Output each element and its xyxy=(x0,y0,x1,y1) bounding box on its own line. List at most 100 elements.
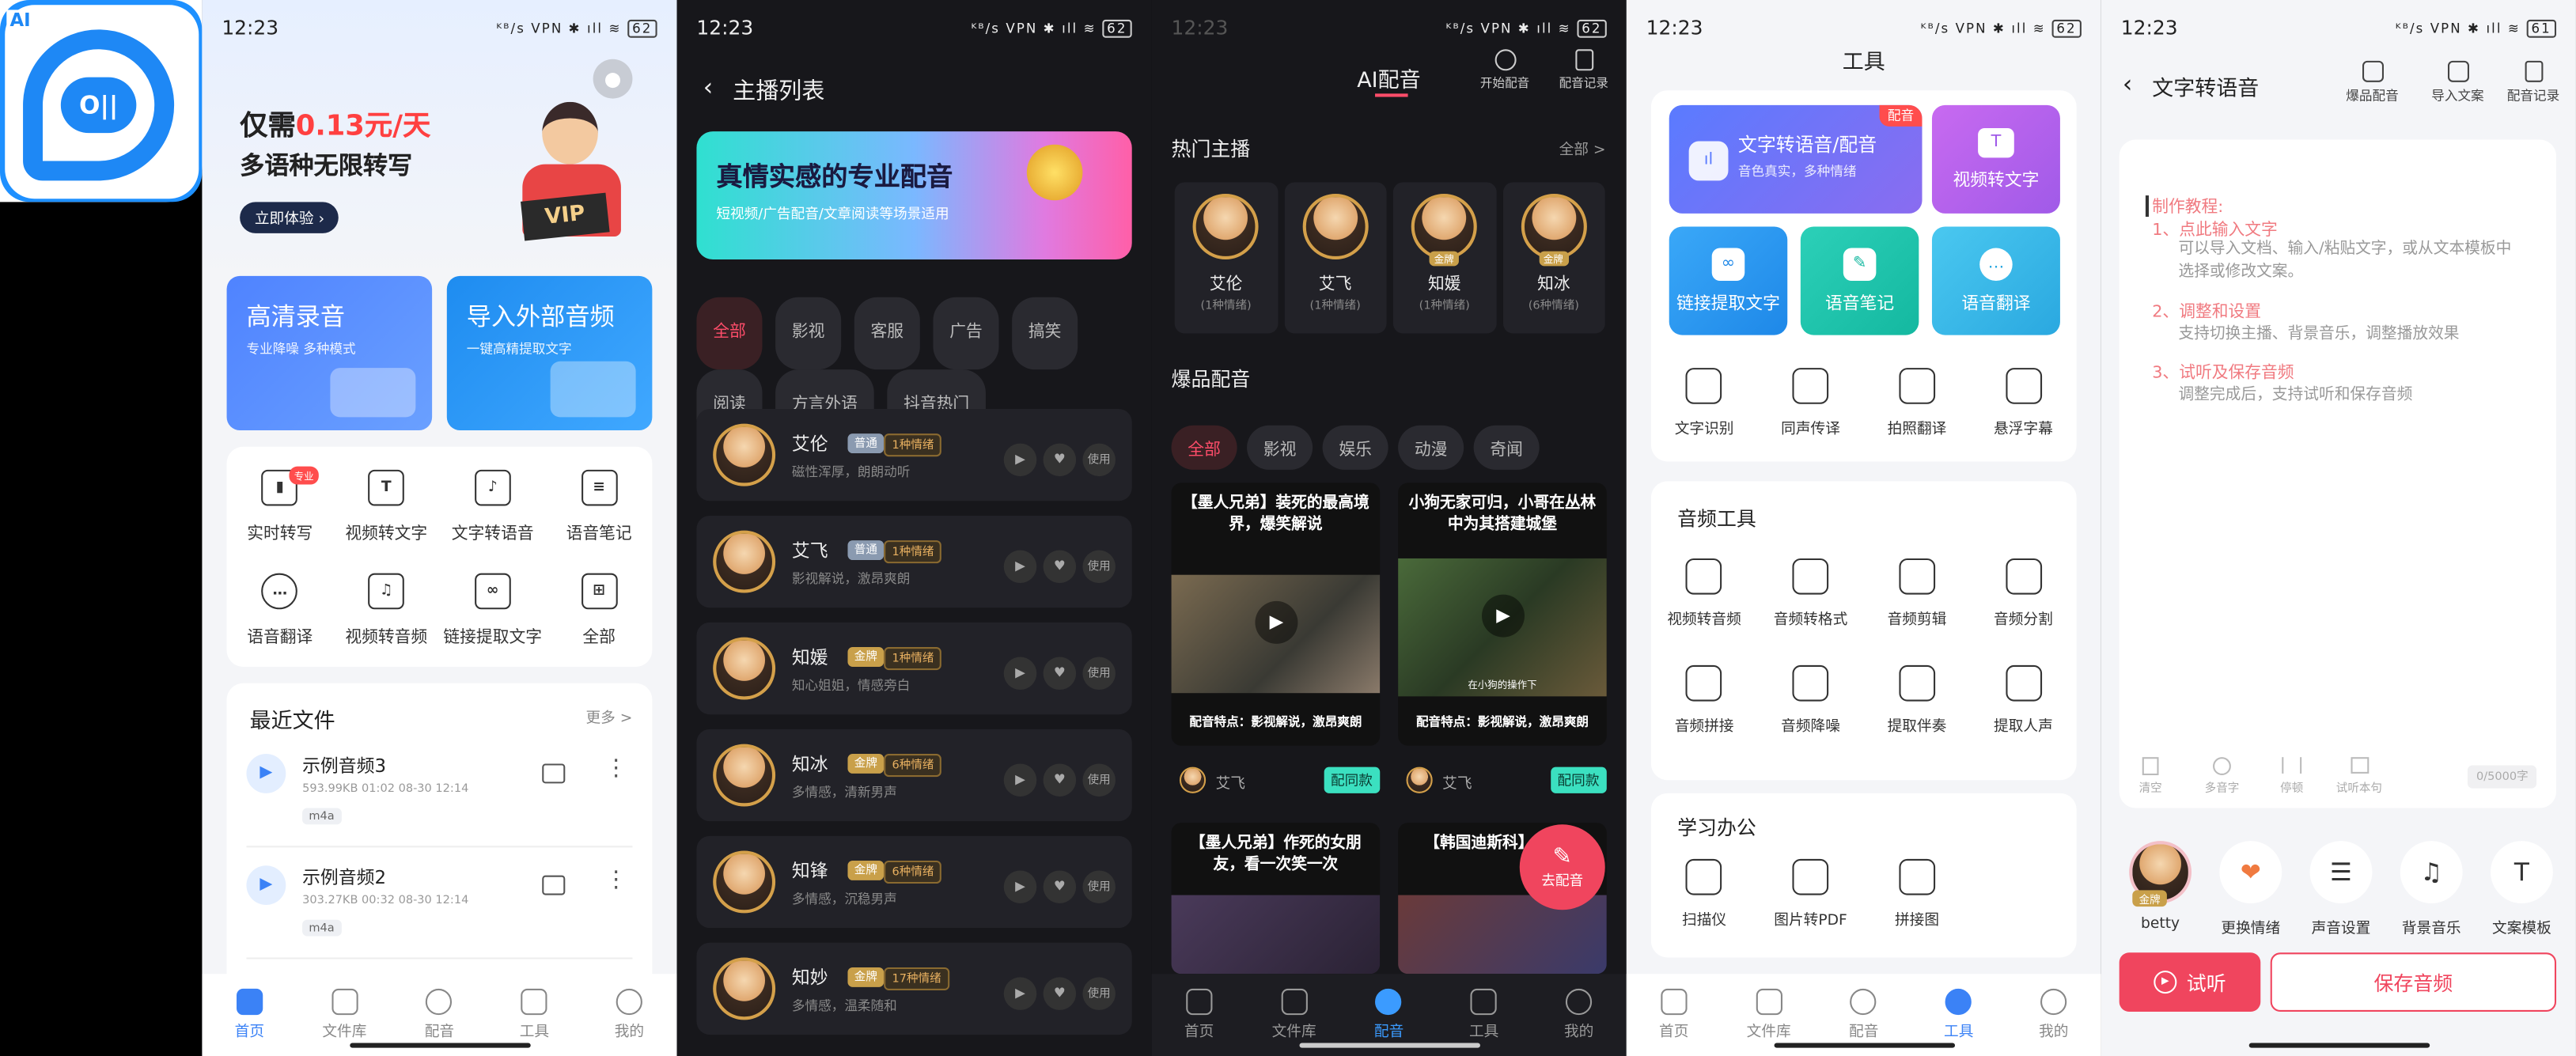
tool-item[interactable]: 音频剪辑 xyxy=(1864,558,1970,629)
chip[interactable]: 娱乐 xyxy=(1322,425,1388,470)
tab-tools[interactable]: 工具 xyxy=(1926,988,1991,1041)
tool-item[interactable]: 图片转PDF xyxy=(1757,858,1863,929)
tool-item[interactable]: 音频转格式 xyxy=(1757,558,1863,629)
back-icon[interactable]: ‹ xyxy=(2123,69,2132,98)
tts-option[interactable]: 金牌 betty xyxy=(2120,841,2202,938)
use-button[interactable]: 使用 xyxy=(1082,657,1116,691)
tab-mine[interactable]: 我的 xyxy=(597,988,662,1041)
grid-item-all[interactable]: ⊞ 全部 xyxy=(546,573,652,647)
tab-dubbing[interactable]: 配音 xyxy=(1356,988,1422,1041)
grid-item-note[interactable]: ≡ 语音笔记 xyxy=(546,469,652,543)
tool-item[interactable]: 音频拼接 xyxy=(1651,664,1757,736)
same-dub-button[interactable]: 配同款 xyxy=(1551,766,1606,793)
play-icon[interactable]: ▶ xyxy=(1003,763,1037,796)
hd-record-card[interactable]: 高清录音 专业降噪 多种模式 xyxy=(226,275,433,430)
anchor-row[interactable]: 知锋 金牌 6种情绪 多情感，沉稳男声 ▶ ♥ 使用 xyxy=(696,835,1132,929)
tab-home[interactable]: 首页 xyxy=(217,988,282,1041)
use-button[interactable]: 使用 xyxy=(1082,977,1116,1010)
play-icon[interactable]: ▶ xyxy=(1482,594,1525,638)
grid-item-text-speech[interactable]: ♪ 文字转语音 xyxy=(439,469,545,543)
more-link[interactable]: 更多 > xyxy=(585,706,632,728)
play-icon[interactable]: ▶ xyxy=(1003,869,1037,903)
heart-icon[interactable]: ♥ xyxy=(1043,656,1077,690)
grid-item-link[interactable]: ∞ 链接提取文字 xyxy=(439,573,545,647)
video-card[interactable]: 【墨人兄弟】作死的女朋友，看一次笑一次 xyxy=(1171,823,1381,975)
tab-home[interactable]: 首页 xyxy=(1641,988,1707,1041)
tts-card[interactable]: ıl 文字转语音/配音 音色真实，多种情绪 配音 xyxy=(1669,104,1923,214)
user-avatar[interactable]: ● xyxy=(593,59,633,99)
use-button[interactable]: 使用 xyxy=(1082,763,1116,797)
play-icon[interactable]: ▶ xyxy=(246,754,286,793)
dubbing-record-button[interactable]: 配音记录 xyxy=(1559,49,1608,92)
chip[interactable]: 全部 xyxy=(696,297,763,370)
import-audio-card[interactable]: 导入外部音频 一键高精提取文字 xyxy=(446,275,653,430)
dub-record-button[interactable]: 配音记录 xyxy=(2507,60,2559,105)
heart-icon[interactable]: ♥ xyxy=(1043,763,1077,796)
popular-dub-button[interactable]: 爆品配音 xyxy=(2346,60,2399,105)
anchor-row[interactable]: 知媛 金牌 1种情绪 知心姐姐，情感旁白 ▶ ♥ 使用 xyxy=(696,622,1132,715)
chip[interactable]: 搞笑 xyxy=(1012,297,1078,370)
hot-anchor-card[interactable]: 艾伦 (1种情绪) xyxy=(1174,182,1278,334)
tab-files[interactable]: 文件库 xyxy=(312,988,377,1041)
save-audio-button[interactable]: 保存音频 xyxy=(2270,952,2557,1012)
go-dub-fab[interactable]: ✎ 去配音 xyxy=(1519,824,1605,910)
play-icon[interactable]: ▶ xyxy=(1003,976,1037,1009)
back-icon[interactable]: ‹ xyxy=(703,72,713,101)
more-icon[interactable]: ⋮ xyxy=(604,755,627,782)
use-button[interactable]: 使用 xyxy=(1082,870,1116,903)
use-button[interactable]: 使用 xyxy=(1082,443,1116,477)
chip[interactable]: 广告 xyxy=(933,297,999,370)
use-button[interactable]: 使用 xyxy=(1082,550,1116,584)
file-row[interactable]: ▶ 示例音频2 303.27KB 00:32 08-30 12:14 m4a ⋮ xyxy=(246,861,633,959)
chip[interactable]: 动漫 xyxy=(1398,425,1464,470)
play-icon[interactable]: ▶ xyxy=(1255,600,1298,644)
chip[interactable]: 影视 xyxy=(1247,425,1313,470)
more-icon[interactable]: ⋮ xyxy=(604,867,627,893)
chip[interactable]: 全部 xyxy=(1171,425,1237,470)
anchor-row[interactable]: 知冰 金牌 6种情绪 多情感，清新男声 ▶ ♥ 使用 xyxy=(696,729,1132,822)
hot-all-link[interactable]: 全部 > xyxy=(1559,138,1606,160)
same-dub-button[interactable]: 配同款 xyxy=(1324,766,1380,793)
clear-button[interactable]: 清空 xyxy=(2139,757,2162,797)
hot-anchor-card[interactable]: 艾飞 (1种情绪) xyxy=(1283,182,1387,334)
grid-item-translate[interactable]: … 语音翻译 xyxy=(227,573,333,647)
grid-item-realtime[interactable]: ▮ 实时转写 专业 xyxy=(227,466,333,543)
video-to-text-card[interactable]: T 视频转文字 xyxy=(1931,104,2060,214)
anchor-row[interactable]: 艾飞 普通 1种情绪 影视解说，激昂爽朗 ▶ ♥ 使用 xyxy=(696,515,1132,608)
tts-option[interactable]: ☰ 声音设置 xyxy=(2300,841,2382,938)
tab-mine[interactable]: 我的 xyxy=(2021,988,2086,1041)
polyphone-button[interactable]: 多音字 xyxy=(2205,757,2239,797)
tab-tools[interactable]: 工具 xyxy=(1451,988,1517,1041)
tab-mine[interactable]: 我的 xyxy=(1546,988,1612,1041)
heart-icon[interactable]: ♥ xyxy=(1043,442,1077,476)
export-icon[interactable] xyxy=(542,875,566,895)
start-dubbing-button[interactable]: 开始配音 xyxy=(1480,49,1529,92)
tab-home[interactable]: 首页 xyxy=(1166,988,1232,1041)
play-icon[interactable]: ▶ xyxy=(1003,656,1037,690)
listen-button[interactable]: ▶ 试听 xyxy=(2119,952,2261,1012)
play-icon[interactable]: ▶ xyxy=(246,865,286,906)
link-extract-card[interactable]: ∞ 链接提取文字 xyxy=(1669,226,1788,335)
export-icon[interactable] xyxy=(542,763,566,784)
file-row[interactable]: ▶ 示例音频3 593.99KB 01:02 08-30 12:14 m4a ⋮ xyxy=(246,749,633,848)
hot-anchor-card[interactable]: 金牌 知冰 (6种情绪) xyxy=(1502,182,1605,334)
tts-option[interactable]: ♫ 背景音乐 xyxy=(2390,841,2472,938)
anchor-row[interactable]: 艾伦 普通 1种情绪 磁性浑厚，朗朗动听 ▶ ♥ 使用 xyxy=(696,408,1132,502)
grid-item-video-audio[interactable]: ♫ 视频转音频 xyxy=(333,573,439,647)
tab-dubbing[interactable]: 配音 xyxy=(407,988,472,1041)
tool-item[interactable]: 视频转音频 xyxy=(1651,558,1757,629)
chip[interactable]: 客服 xyxy=(854,297,920,370)
tool-item[interactable]: 文字识别 xyxy=(1651,368,1757,438)
tts-option[interactable]: T 文案模板 xyxy=(2481,841,2563,938)
tool-item[interactable]: 提取伴奏 xyxy=(1864,664,1970,736)
video-card[interactable]: 小狗无家可归，小哥在丛林中为其搭建城堡 ▶ 在小狗的操作下 配音特点：影视解说，… xyxy=(1398,483,1607,746)
hot-anchor-card[interactable]: 金牌 知媛 (1种情绪) xyxy=(1392,182,1496,334)
pause-button[interactable]: 停顿 xyxy=(2280,757,2303,797)
tool-item[interactable]: 拼接图 xyxy=(1864,858,1970,929)
play-icon[interactable]: ▶ xyxy=(1003,549,1037,583)
play-icon[interactable]: ▶ xyxy=(1003,442,1037,476)
tts-option[interactable]: ❤ 更换情绪 xyxy=(2210,841,2292,938)
tool-item[interactable]: 音频降噪 xyxy=(1757,664,1863,736)
tab-files[interactable]: 文件库 xyxy=(1261,988,1327,1041)
tool-item[interactable]: 悬浮字幕 xyxy=(1970,368,2076,438)
